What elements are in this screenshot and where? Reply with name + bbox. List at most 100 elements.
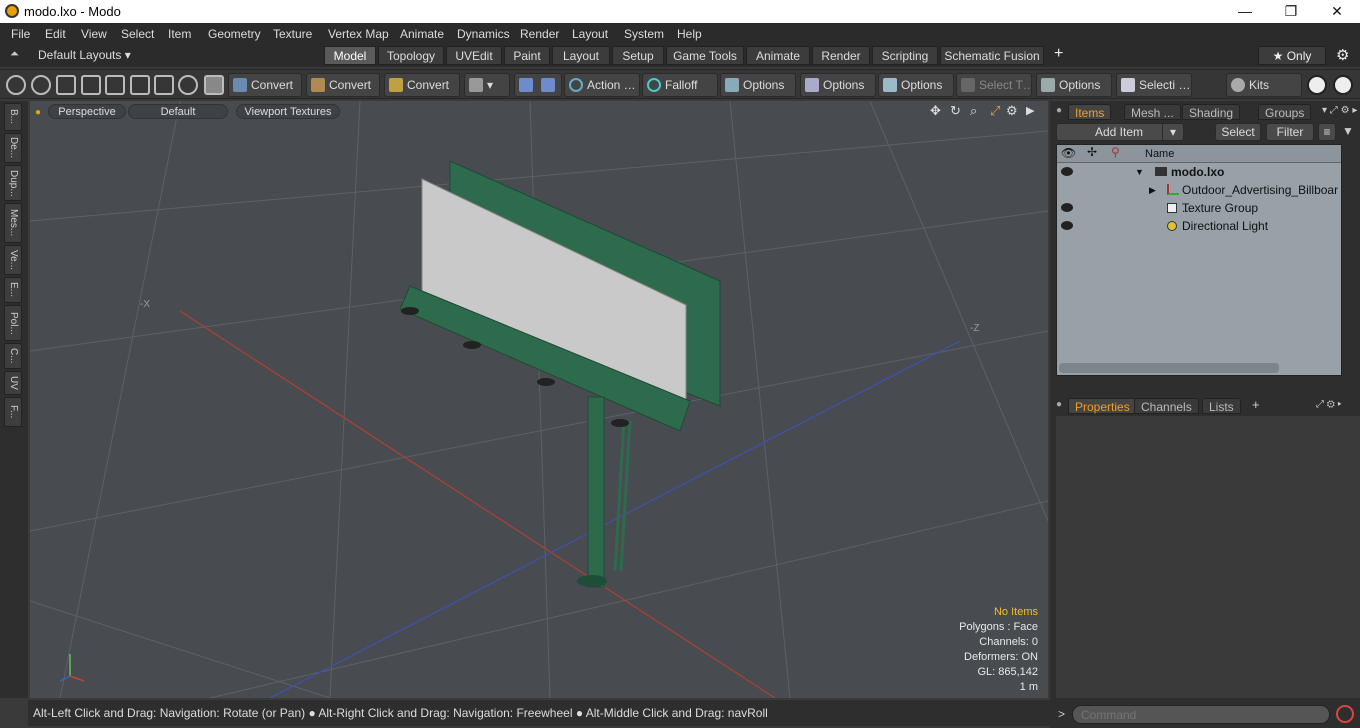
- only-toggle-button[interactable]: ★ Only: [1258, 46, 1326, 65]
- left-tab-uv[interactable]: UV: [4, 371, 22, 395]
- rotate-icon[interactable]: ↻: [950, 103, 961, 119]
- tab-render[interactable]: Render: [812, 46, 870, 65]
- visibility-eye-icon[interactable]: [1061, 203, 1073, 212]
- maximize-viewport-icon[interactable]: ⤢: [990, 103, 1000, 119]
- menu-view[interactable]: View: [81, 27, 107, 41]
- unity-icon[interactable]: [1307, 75, 1327, 95]
- list-options-icon[interactable]: ≡: [1318, 123, 1336, 141]
- menu-file[interactable]: File: [11, 27, 30, 41]
- convert-button-1[interactable]: Convert: [228, 73, 302, 97]
- 3d-viewport[interactable]: -X -Z ● Perspective Default Viewport Tex…: [30, 101, 1048, 698]
- falloff-button[interactable]: Falloff: [642, 73, 718, 97]
- record-macro-icon[interactable]: [1336, 705, 1354, 723]
- filter-funnel-icon[interactable]: ▼: [1342, 124, 1354, 138]
- list-item[interactable]: ▼ modo.lxo: [1057, 163, 1341, 181]
- tab-scripting[interactable]: Scripting: [872, 46, 938, 65]
- selection-button[interactable]: Selecti …: [1116, 73, 1192, 97]
- primitive-dropdown[interactable]: ▾: [464, 73, 510, 97]
- viewport-menu-dot-icon[interactable]: ●: [35, 107, 41, 118]
- snap-buttons[interactable]: [514, 73, 562, 97]
- tab-animate[interactable]: Animate: [746, 46, 810, 65]
- options-button-4[interactable]: Options: [1036, 73, 1112, 97]
- options-button-2[interactable]: Options: [800, 73, 876, 97]
- expand-arrow-icon[interactable]: ▶: [1149, 181, 1156, 199]
- list-item[interactable]: Directional Light: [1057, 217, 1341, 235]
- convert-button-3[interactable]: Convert: [384, 73, 460, 97]
- tab-topology[interactable]: Topology: [378, 46, 444, 65]
- viewport-textures-button[interactable]: Viewport Textures: [236, 104, 340, 119]
- add-layout-button[interactable]: +: [1054, 45, 1063, 63]
- tab-layout[interactable]: Layout: [552, 46, 610, 65]
- tab-schematic-fusion[interactable]: Schematic Fusion: [940, 46, 1044, 65]
- visibility-eye-icon[interactable]: [1061, 167, 1073, 176]
- tab-uvedit[interactable]: UVEdit: [446, 46, 502, 65]
- menu-system[interactable]: System: [624, 27, 664, 41]
- tab-mesh[interactable]: Mesh ...: [1124, 104, 1181, 120]
- polygon-select-icon[interactable]: [105, 75, 125, 95]
- menu-render[interactable]: Render: [520, 27, 559, 41]
- list-item[interactable]: Texture Group: [1057, 199, 1341, 217]
- zoom-icon[interactable]: ⌕: [970, 103, 977, 119]
- tab-items[interactable]: Items: [1068, 104, 1112, 120]
- vertex-select-icon[interactable]: [56, 75, 76, 95]
- filter-button[interactable]: Filter: [1266, 123, 1314, 141]
- layouts-selector[interactable]: Default Layouts ▾: [38, 48, 131, 62]
- kits-button[interactable]: Kits: [1226, 73, 1302, 97]
- menu-layout[interactable]: Layout: [572, 27, 608, 41]
- expand-arrow-icon[interactable]: ▼: [1135, 163, 1144, 181]
- panel-menu-dot-icon[interactable]: ●: [1056, 105, 1062, 116]
- item-select-icon[interactable]: [130, 75, 150, 95]
- visibility-eye-icon[interactable]: [1061, 221, 1073, 230]
- left-tab-polygon[interactable]: Pol...: [4, 305, 22, 341]
- convert-button-2[interactable]: Convert: [306, 73, 380, 97]
- tab-setup[interactable]: Setup: [612, 46, 664, 65]
- command-input[interactable]: [1072, 705, 1330, 724]
- tab-lists[interactable]: Lists: [1202, 398, 1241, 414]
- minimize-button[interactable]: —: [1222, 0, 1268, 23]
- add-tab-button[interactable]: +: [1252, 397, 1260, 412]
- select-button[interactable]: Select: [1215, 123, 1261, 141]
- collapse-arrow-icon[interactable]: ⏶: [10, 48, 19, 61]
- edge-select-icon[interactable]: [81, 75, 101, 95]
- add-item-dropdown-icon[interactable]: ▾: [1162, 123, 1184, 141]
- tab-overflow-icon[interactable]: ▾ ⤢ ⚙ ▸: [1322, 105, 1357, 116]
- gear-icon[interactable]: ⚙: [1336, 46, 1349, 64]
- panel-options-icon[interactable]: ⤢ ⚙ ▸: [1316, 399, 1342, 410]
- options-button-3[interactable]: Options: [878, 73, 954, 97]
- menu-dynamics[interactable]: Dynamics: [457, 27, 510, 41]
- action-center-button[interactable]: Action …: [564, 73, 640, 97]
- left-tab-basic[interactable]: B...: [4, 103, 22, 131]
- tab-model[interactable]: Model: [324, 46, 376, 65]
- globe-icon[interactable]: [31, 75, 51, 95]
- sphere-outline-icon[interactable]: [6, 75, 26, 95]
- menu-help[interactable]: Help: [677, 27, 702, 41]
- panel-menu-dot-icon[interactable]: ●: [1056, 399, 1062, 410]
- view-type-button[interactable]: Perspective: [48, 104, 126, 119]
- tab-properties[interactable]: Properties: [1068, 398, 1137, 414]
- left-tab-mesh-edit[interactable]: Mes...: [4, 203, 22, 243]
- pan-icon[interactable]: ✥: [930, 103, 941, 119]
- tab-game-tools[interactable]: Game Tools: [666, 46, 744, 65]
- pivot-select-icon[interactable]: [178, 75, 198, 95]
- left-tab-vertex[interactable]: Ve...: [4, 245, 22, 275]
- menu-geometry[interactable]: Geometry: [208, 27, 261, 41]
- tab-shading[interactable]: Shading: [1182, 104, 1241, 120]
- menu-vertex-map[interactable]: Vertex Map: [328, 27, 389, 41]
- viewport-more-arrow-icon[interactable]: ▶: [1026, 104, 1034, 117]
- maximize-button[interactable]: ❐: [1268, 0, 1314, 23]
- left-tab-curve[interactable]: C...: [4, 343, 22, 369]
- tab-channels[interactable]: Channels: [1134, 398, 1199, 414]
- viewport-gear-icon[interactable]: ⚙: [1006, 103, 1018, 119]
- unreal-icon[interactable]: [1333, 75, 1353, 95]
- left-tab-duplicate[interactable]: Dup...: [4, 165, 22, 201]
- menu-select[interactable]: Select: [121, 27, 154, 41]
- left-tab-deform[interactable]: De...: [4, 133, 22, 163]
- select-through-button[interactable]: Select T…: [956, 73, 1032, 97]
- left-tab-edge[interactable]: E...: [4, 277, 22, 303]
- menu-item[interactable]: Item: [168, 27, 191, 41]
- menu-texture[interactable]: Texture: [273, 27, 312, 41]
- tab-paint[interactable]: Paint: [504, 46, 550, 65]
- left-tab-fusion[interactable]: F...: [4, 397, 22, 427]
- shading-style-button[interactable]: Default: [128, 104, 228, 119]
- horizontal-scrollbar[interactable]: [1059, 363, 1279, 373]
